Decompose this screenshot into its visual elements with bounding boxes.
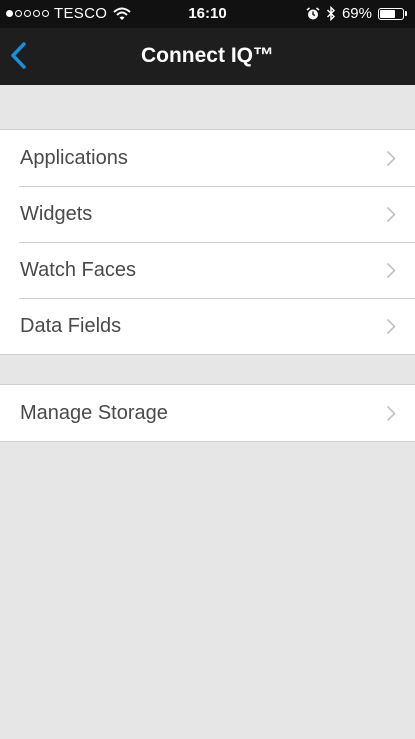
battery-fill — [380, 9, 396, 18]
chevron-right-icon — [386, 150, 396, 167]
battery-tip — [405, 11, 407, 16]
menu-item-manage-storage[interactable]: Manage Storage — [0, 385, 415, 441]
menu-item-applications[interactable]: Applications — [0, 130, 415, 186]
menu-item-watch-faces[interactable]: Watch Faces — [0, 242, 415, 298]
menu-item-data-fields[interactable]: Data Fields — [0, 298, 415, 354]
page-title: Connect IQ™ — [140, 44, 274, 67]
menu-group-content: Applications Widgets Watch Faces Data Fi… — [0, 129, 415, 355]
menu-item-widgets[interactable]: Widgets — [0, 186, 415, 242]
menu-group-storage: Manage Storage — [0, 384, 415, 442]
battery-percent: 69% — [341, 5, 372, 22]
chevron-right-icon — [386, 318, 396, 335]
status-right: 69% — [306, 5, 407, 22]
battery-body — [378, 7, 404, 20]
chevron-right-icon — [386, 405, 396, 422]
battery-icon — [378, 7, 407, 20]
navigation-bar: Connect IQ™ — [0, 28, 415, 85]
chevron-right-icon — [386, 262, 396, 279]
menu-item-label: Data Fields — [20, 315, 122, 337]
bluetooth-icon — [326, 6, 335, 21]
menu-item-label: Watch Faces — [20, 259, 136, 281]
status-bar: TESCO 16:10 69% — [0, 0, 415, 28]
alarm-icon — [306, 6, 320, 19]
menu-item-label: Widgets — [20, 203, 93, 225]
chevron-right-icon — [386, 206, 396, 223]
menu-item-label: Applications — [20, 147, 128, 169]
menu-item-label: Manage Storage — [20, 402, 168, 424]
